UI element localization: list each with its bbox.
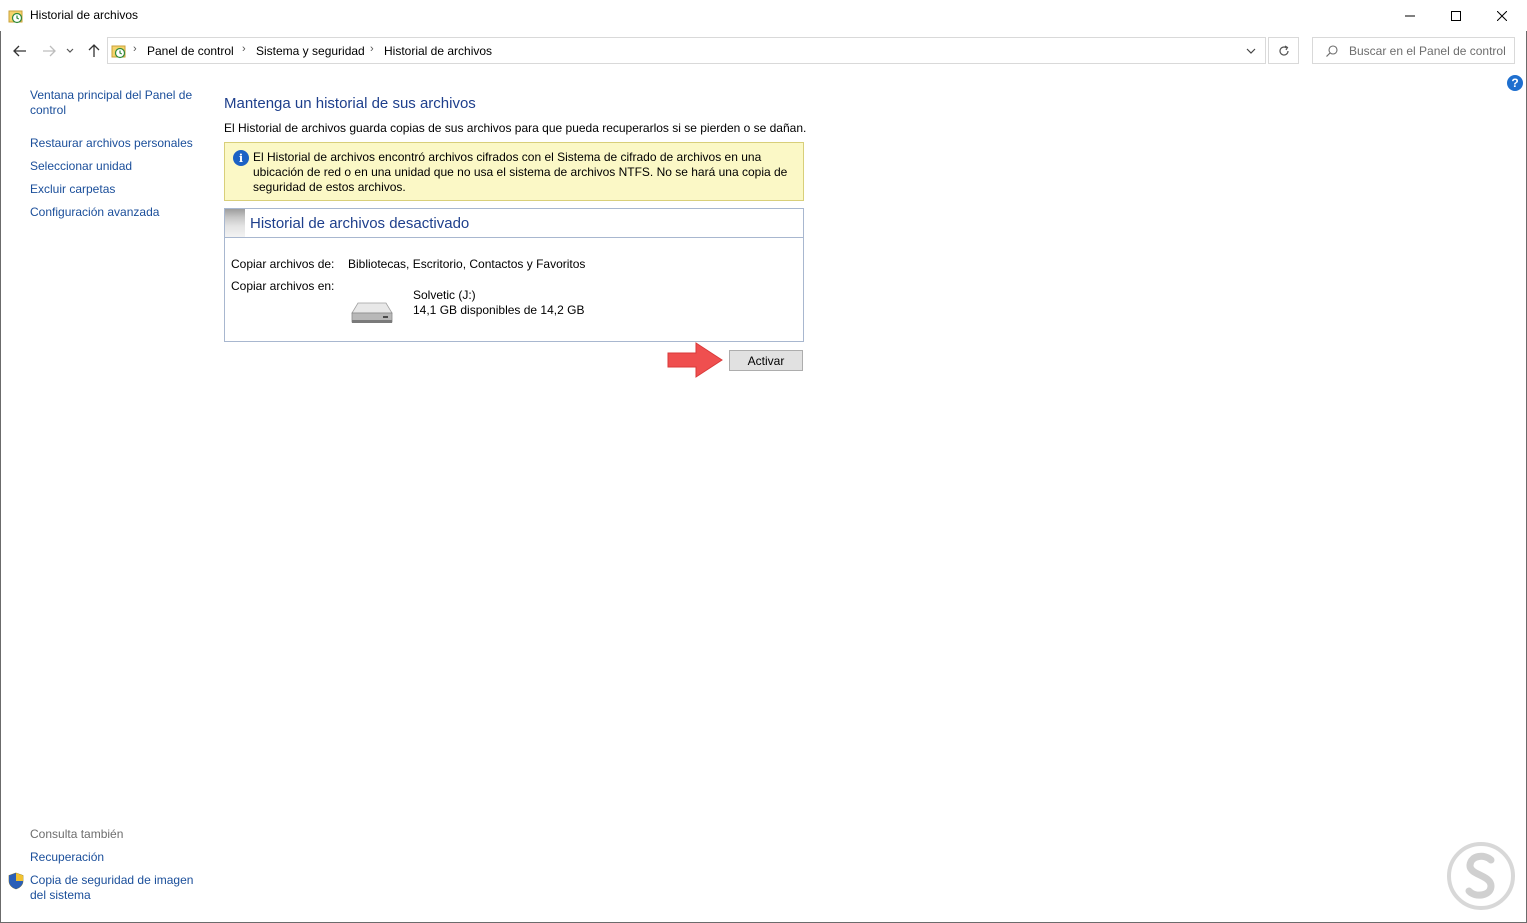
search-icon <box>1326 45 1338 57</box>
see-also-link-label: Copia de seguridad de imagen <box>30 873 194 887</box>
breadcrumb-file-history[interactable]: Historial de archivos <box>384 44 492 58</box>
see-also-link-recovery[interactable]: Recuperación <box>30 850 104 865</box>
chevron-down-icon <box>1246 48 1256 54</box>
copy-from-label: Copiar archivos de: <box>231 257 335 271</box>
window-title: Historial de archivos <box>30 8 139 22</box>
address-dropdown-button[interactable] <box>1241 42 1261 60</box>
sidebar-link-exclude-folders[interactable]: Excluir carpetas <box>30 182 115 197</box>
info-icon: i <box>233 150 249 166</box>
window-frame <box>0 0 1527 923</box>
breadcrumb-separator-icon: › <box>370 43 374 55</box>
info-banner-line: El Historial de archivos encontró archiv… <box>253 150 762 164</box>
drive-space: 14,1 GB disponibles de 14,2 GB <box>413 303 585 317</box>
search-input[interactable] <box>1349 42 1511 60</box>
info-banner-line: seguridad de estos archivos. <box>253 180 406 194</box>
back-button[interactable] <box>10 40 30 62</box>
page-title: Mantenga un historial de sus archivos <box>224 95 476 112</box>
arrow-right-icon <box>43 45 56 57</box>
sidebar-link-label: control <box>30 103 67 117</box>
arrow-up-icon <box>88 44 100 57</box>
forward-button[interactable] <box>39 40 59 62</box>
see-also-heading: Consulta también <box>30 827 124 841</box>
help-icon[interactable]: ? <box>1507 75 1523 91</box>
status-panel-header: Historial de archivos desactivado <box>225 209 803 238</box>
panel-stripe <box>225 209 245 237</box>
refresh-icon <box>1278 44 1289 56</box>
status-panel-title: Historial de archivos desactivado <box>250 215 470 232</box>
minimize-icon <box>1405 15 1415 16</box>
maximize-button[interactable] <box>1433 0 1479 31</box>
breadcrumb-control-panel[interactable]: Panel de control <box>147 44 234 58</box>
control-panel-icon <box>111 45 126 59</box>
title-bar: Historial de archivos <box>0 0 1527 31</box>
drive-icon <box>351 302 393 323</box>
see-also-link-system-image-backup[interactable]: Copia de seguridad de imagen del sistema <box>30 873 193 903</box>
solvetic-watermark-icon <box>1447 842 1515 910</box>
red-arrow-icon <box>667 342 723 378</box>
breadcrumb-separator-icon: › <box>133 43 137 55</box>
page-description: El Historial de archivos guarda copias d… <box>224 121 807 135</box>
breadcrumb-separator-icon: › <box>242 43 246 55</box>
activate-button[interactable]: Activar <box>729 350 803 371</box>
see-also-link-label: del sistema <box>30 888 91 902</box>
address-bar[interactable]: › Panel de control › Sistema y seguridad… <box>107 37 1266 64</box>
search-box[interactable] <box>1312 37 1515 64</box>
status-panel: Historial de archivos desactivado Copiar… <box>224 208 804 342</box>
info-banner: i El Historial de archivos encontró arch… <box>224 142 804 201</box>
refresh-button[interactable] <box>1268 37 1299 64</box>
breadcrumb-system-security[interactable]: Sistema y seguridad <box>256 44 365 58</box>
sidebar-link-restore-files[interactable]: Restaurar archivos personales <box>30 136 193 151</box>
sidebar-link-label: Ventana principal del Panel de <box>30 88 193 102</box>
copy-from-value: Bibliotecas, Escritorio, Contactos y Fav… <box>348 257 586 271</box>
minimize-button[interactable] <box>1387 0 1433 31</box>
close-button[interactable] <box>1479 0 1525 31</box>
chevron-down-icon <box>66 48 74 53</box>
recent-locations-button[interactable] <box>63 40 77 62</box>
copy-to-label: Copiar archivos en: <box>231 279 335 293</box>
file-history-app-icon <box>8 10 23 24</box>
sidebar-link-select-drive[interactable]: Seleccionar unidad <box>30 159 132 174</box>
sidebar-link-advanced-settings[interactable]: Configuración avanzada <box>30 205 159 220</box>
close-icon <box>1497 10 1507 21</box>
info-banner-line: ubicación de red o en una unidad que no … <box>253 165 788 179</box>
sidebar-link-control-panel-home[interactable]: Ventana principal del Panel de control <box>30 88 192 118</box>
up-button[interactable] <box>84 40 104 62</box>
drive-name: Solvetic (J:) <box>413 288 476 302</box>
info-banner-text: El Historial de archivos encontró archiv… <box>253 150 793 195</box>
maximize-icon <box>1451 10 1461 21</box>
uac-shield-icon <box>8 872 24 890</box>
arrow-left-icon <box>13 45 26 57</box>
